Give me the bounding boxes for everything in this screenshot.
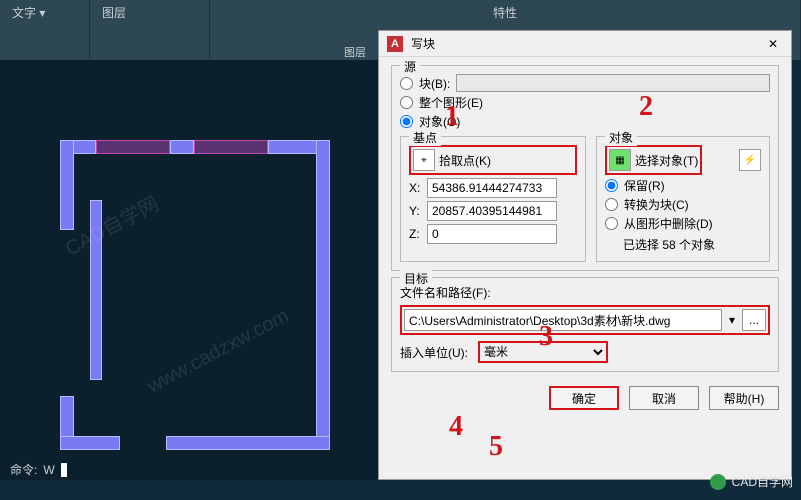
x-input[interactable] <box>427 178 557 198</box>
pick-point-icon[interactable]: ⌖ <box>413 149 435 171</box>
cmd-text: W <box>43 463 54 477</box>
select-object-label: 选择对象(T) <box>635 152 698 169</box>
drawing-canvas[interactable]: 命令: W CAD自学网 www.cadzxw.com <box>0 60 378 480</box>
unit-select[interactable]: 毫米 <box>478 341 608 363</box>
x-label: X: <box>409 181 423 195</box>
dialog-title: 写块 <box>411 35 755 52</box>
source-group-title: 源 <box>400 58 420 75</box>
block-dropdown[interactable] <box>456 74 770 92</box>
z-input[interactable] <box>427 224 557 244</box>
object-group-title: 对象 <box>605 129 637 146</box>
radio-retain-label: 保留(R) <box>624 177 665 194</box>
wechat-icon <box>710 474 726 490</box>
layer-label: 图层 <box>102 4 197 21</box>
radio-retain[interactable] <box>605 179 618 192</box>
y-input[interactable] <box>427 201 557 221</box>
annotation-5: 5 <box>489 431 503 463</box>
radio-delete[interactable] <box>605 217 618 230</box>
y-label: Y: <box>409 204 423 218</box>
browse-button[interactable]: ... <box>742 309 766 331</box>
selection-summary: 已选择 58 个对象 <box>623 236 761 253</box>
close-icon[interactable]: ✕ <box>763 37 783 51</box>
radio-object-label: 对象(O) <box>419 113 460 130</box>
pick-point-label: 拾取点(K) <box>439 152 491 169</box>
cmd-label: 命令: <box>10 461 37 478</box>
radio-whole-drawing[interactable] <box>400 96 413 109</box>
text-dropdown[interactable]: 文字 ▾ <box>12 4 77 21</box>
ok-button[interactable]: 确定 <box>549 386 619 410</box>
radio-delete-label: 从图形中删除(D) <box>624 215 713 232</box>
cancel-button[interactable]: 取消 <box>629 386 699 410</box>
quick-select-icon[interactable]: ⚡ <box>739 149 761 171</box>
z-label: Z: <box>409 227 423 241</box>
basepoint-group-title: 基点 <box>409 129 441 146</box>
radio-convert[interactable] <box>605 198 618 211</box>
radio-block-label: 块(B): <box>419 75 450 92</box>
props-label: 特性 <box>493 4 517 21</box>
publisher-watermark: CAD自学网 <box>710 473 793 490</box>
select-object-icon[interactable]: ▦ <box>609 149 631 171</box>
radio-convert-label: 转换为块(C) <box>624 196 689 213</box>
radio-whole-label: 整个图形(E) <box>419 94 483 111</box>
unit-label: 插入单位(U): <box>400 344 468 361</box>
path-input[interactable] <box>404 309 722 331</box>
cmd-caret <box>61 463 67 477</box>
target-group-title: 目标 <box>400 270 432 287</box>
radio-block[interactable] <box>400 77 413 90</box>
write-block-dialog: A 写块 ✕ 源 块(B): 整个图形(E) 对象(O) 基点 <box>378 30 792 480</box>
panel-label-layer: 图层 <box>330 42 380 62</box>
help-button[interactable]: 帮助(H) <box>709 386 779 410</box>
path-label: 文件名和路径(F): <box>400 284 770 301</box>
radio-object[interactable] <box>400 115 413 128</box>
app-icon: A <box>387 36 403 52</box>
